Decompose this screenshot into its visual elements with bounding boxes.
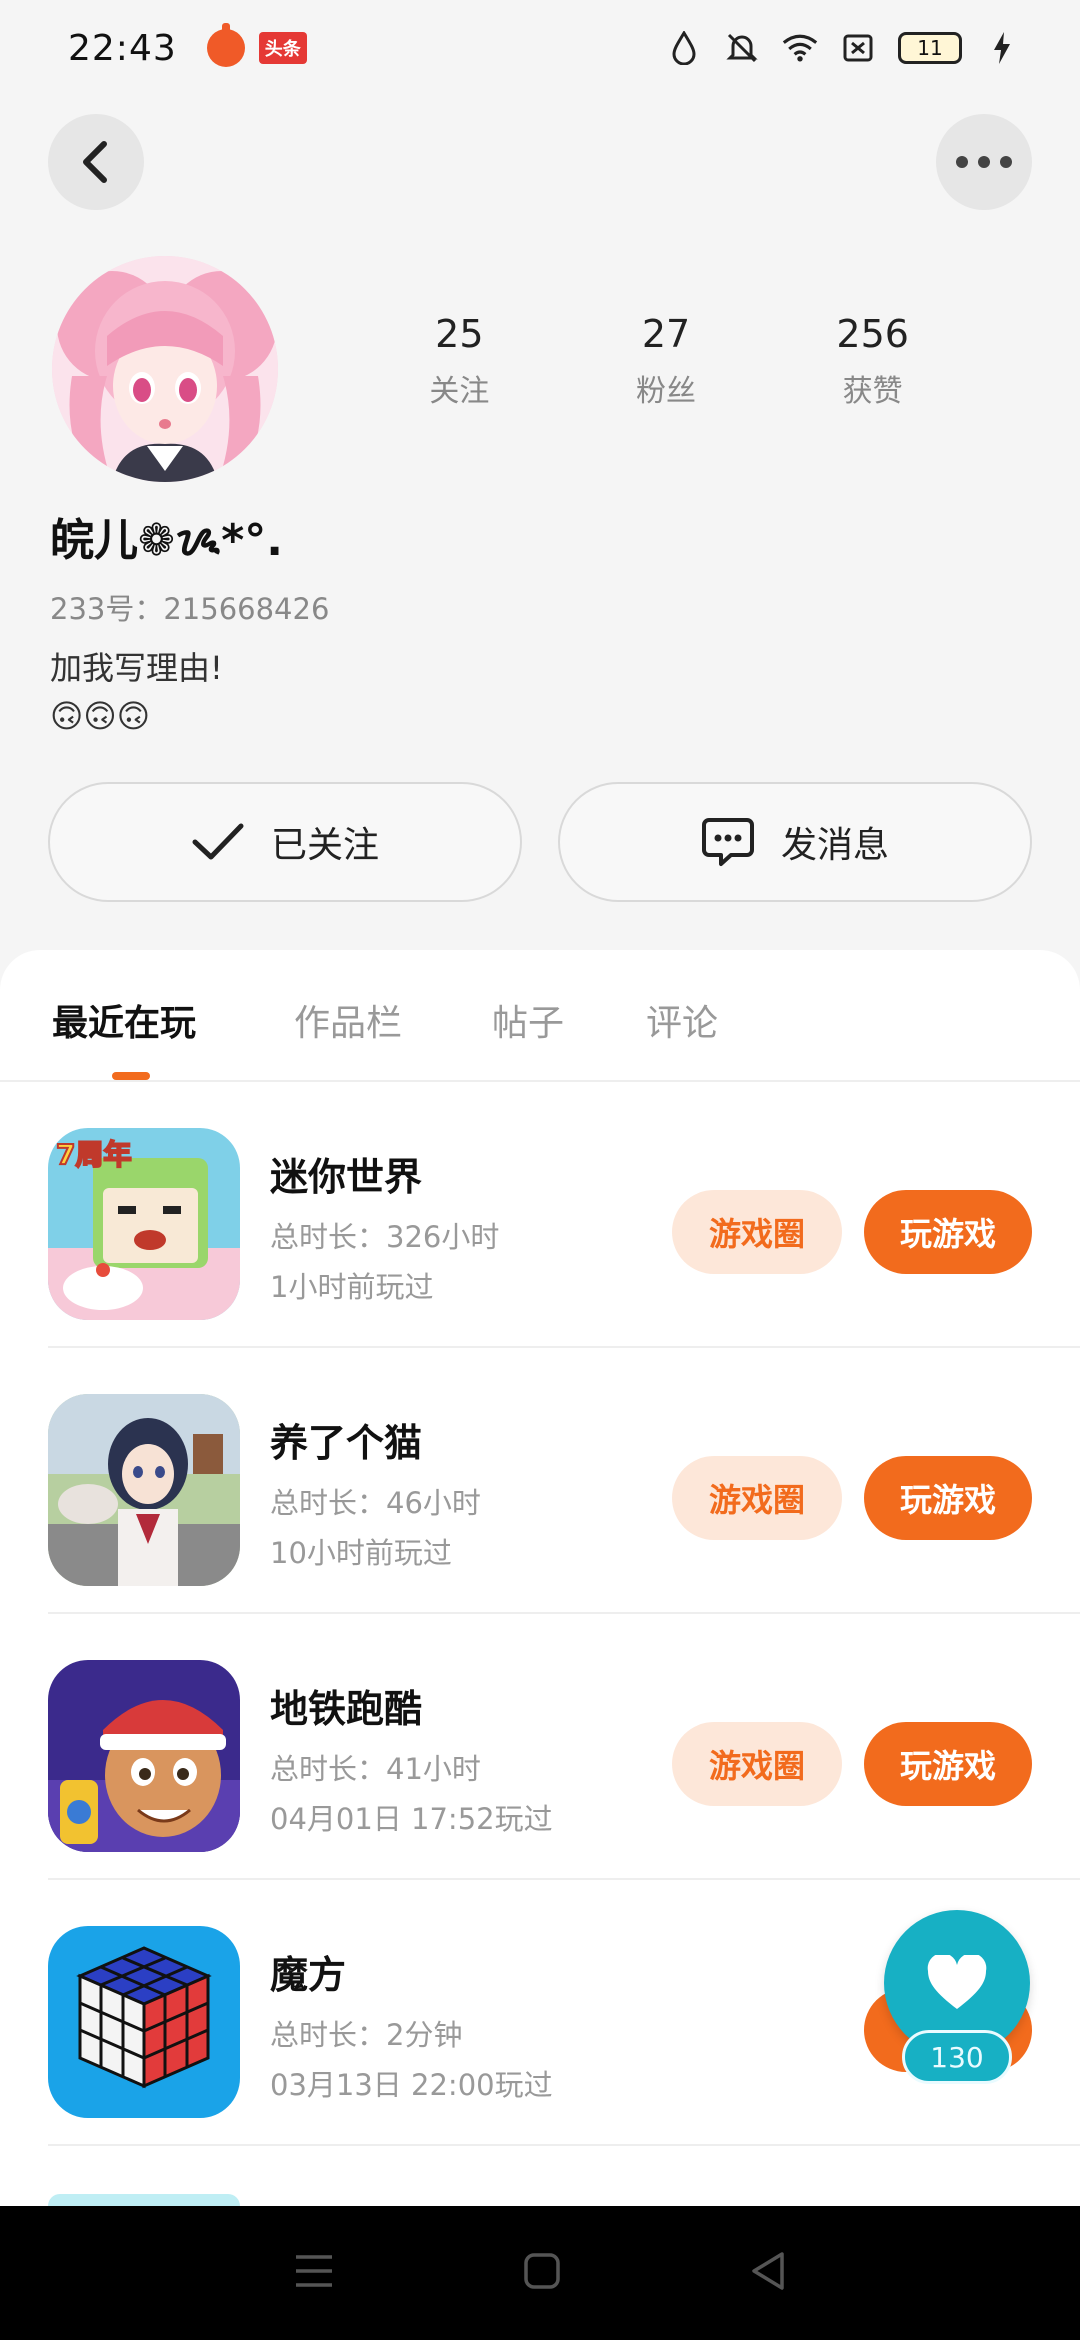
game-name: 地铁跑酷	[270, 1687, 423, 1731]
chevron-left-icon	[83, 141, 107, 183]
game-circle-button[interactable]: 游戏圈	[672, 1456, 842, 1540]
game-circle-button[interactable]: 游戏圈	[672, 1190, 842, 1274]
no-sim-icon	[840, 30, 876, 66]
game-last-played: 04月01日 17:52玩过	[270, 1802, 553, 1836]
tab-bar: 最近在玩 作品栏 帖子 评论	[0, 950, 1080, 1082]
username: 皖儿❁ᝰ*°.	[50, 515, 283, 566]
back-nav-icon[interactable]	[750, 2251, 786, 2295]
game-row-cat[interactable]: 养了个猫 总时长：46小时 10小时前玩过 游戏圈 玩游戏	[48, 1348, 1080, 1614]
menu-nav-icon[interactable]	[294, 2253, 334, 2293]
drop-icon	[666, 30, 702, 66]
game-last-played: 1小时前玩过	[270, 1270, 434, 1304]
user-bio: 加我写理由! 🙃🙃🙃	[50, 644, 223, 740]
stat-following[interactable]: 25 关注	[356, 312, 563, 410]
subway-surf-icon	[48, 1660, 240, 1852]
tab-recently-played[interactable]: 最近在玩	[52, 994, 196, 1046]
tab-posts[interactable]: 帖子	[492, 994, 564, 1046]
heart-icon	[927, 1955, 987, 2009]
play-game-button[interactable]: 玩游戏	[864, 1190, 1032, 1274]
send-message-button[interactable]: 发消息	[558, 782, 1032, 902]
game-last-played: 03月13日 22:00玩过	[270, 2068, 553, 2102]
stat-label: 粉丝	[636, 374, 696, 409]
notification-badge: 头条	[258, 32, 307, 64]
game-duration: 总时长：46小时	[270, 1486, 481, 1520]
game-duration: 总时长：41小时	[270, 1752, 481, 1786]
avatar-image	[52, 256, 278, 482]
tab-indicator	[112, 1072, 150, 1080]
tab-works[interactable]: 作品栏	[294, 994, 402, 1046]
game-name: 养了个猫	[270, 1421, 423, 1465]
bio-line: 加我写理由!	[50, 649, 223, 687]
play-game-button[interactable]: 玩游戏	[864, 1722, 1032, 1806]
mute-icon	[724, 30, 760, 66]
charging-icon	[984, 30, 1020, 66]
game-duration: 总时长：2分钟	[270, 2018, 463, 2052]
game-last-played: 10小时前玩过	[270, 1536, 452, 1570]
status-icons: 11	[666, 30, 1020, 66]
following-button[interactable]: 已关注	[48, 782, 522, 902]
stat-label: 关注	[429, 374, 490, 409]
stat-value: 256	[836, 312, 909, 356]
game-row-mini-world[interactable]: 7周年 迷你世界 总时长：326小时 1小时前玩过 游戏圈 玩游戏	[48, 1082, 1080, 1348]
game-row-subway[interactable]: 地铁跑酷 总时长：41小时 04月01日 17:52玩过 游戏圈 玩游戏	[48, 1614, 1080, 1880]
battery-icon: 11	[898, 32, 962, 64]
game-name: 魔方	[270, 1953, 347, 1997]
game-duration: 总时长：326小时	[270, 1220, 500, 1254]
status-bar: 22:43 头条 11	[0, 0, 1080, 96]
following-label: 已关注	[270, 825, 379, 866]
tab-comments[interactable]: 评论	[646, 994, 718, 1046]
stat-likes[interactable]: 256 获赞	[769, 312, 976, 410]
send-message-label: 发消息	[780, 825, 889, 866]
stat-value: 27	[641, 312, 691, 356]
play-game-button[interactable]: 玩游戏	[864, 1456, 1032, 1540]
more-button[interactable]	[936, 114, 1032, 210]
cat-game-icon	[48, 1394, 240, 1586]
user-id: 233号：215668426	[50, 592, 330, 626]
stat-followers[interactable]: 27 粉丝	[563, 312, 770, 410]
bio-emoji-line: 🙃🙃🙃	[50, 697, 151, 735]
chat-bubble-icon	[701, 818, 754, 866]
notification-app-icon	[206, 23, 245, 67]
like-count: 130	[902, 2030, 1012, 2084]
home-nav-icon[interactable]	[523, 2252, 561, 2294]
game-circle-button[interactable]: 游戏圈	[672, 1722, 842, 1806]
stat-label: 获赞	[842, 374, 903, 409]
wifi-icon	[782, 30, 818, 66]
back-button[interactable]	[48, 114, 144, 210]
profile-stats: 25 关注 27 粉丝 256 获赞	[356, 312, 976, 410]
system-nav-bar	[0, 2206, 1080, 2340]
mini-world-icon: 7周年	[48, 1128, 240, 1320]
avatar[interactable]	[52, 256, 278, 482]
next-game-icon-partial	[48, 2194, 240, 2206]
game-name: 迷你世界	[270, 1155, 423, 1199]
status-time: 22:43	[68, 27, 177, 69]
stat-value: 25	[435, 312, 484, 356]
more-dots-icon	[956, 156, 1012, 168]
rubiks-cube-icon	[48, 1926, 240, 2118]
svg-text:7周年: 7周年	[56, 1138, 131, 1171]
checkmark-icon	[192, 823, 244, 860]
